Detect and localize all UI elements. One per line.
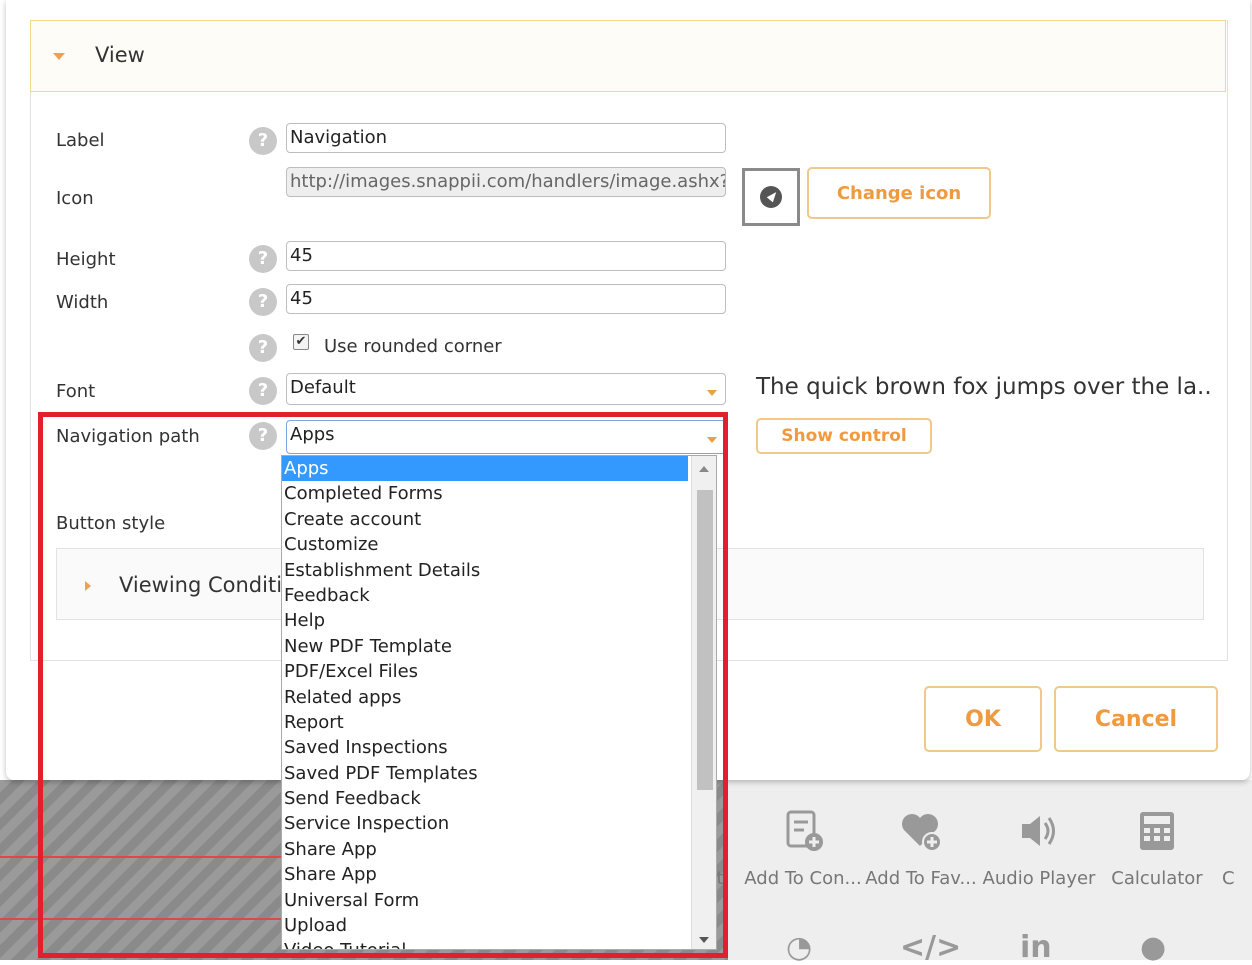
dropdown-scrollbar[interactable] [691, 456, 716, 949]
icon-url-input: http://images.snappii.com/handlers/image… [286, 167, 726, 197]
app-tile[interactable]: C [1222, 800, 1252, 889]
dropdown-option[interactable]: Service Inspection [282, 811, 688, 836]
app-tile-label: Add To Con... [744, 868, 862, 889]
dropdown-option[interactable]: Saved PDF Templates [282, 761, 688, 786]
label-input[interactable]: Navigation [286, 123, 726, 153]
app-tile-label: Audio Player [982, 868, 1096, 889]
rounded-corner-checkbox[interactable]: ✔ [293, 334, 309, 350]
height-input[interactable]: 45 [286, 241, 726, 271]
dropdown-option[interactable]: Apps [282, 456, 688, 482]
canvas-guide-line [0, 856, 290, 858]
app-tile-audio-player[interactable]: Audio Player [980, 800, 1098, 889]
app-tile-label: Calculator [1111, 868, 1203, 889]
help-icon[interactable]: ? [249, 334, 277, 362]
app-tile-calculator[interactable]: Calculator [1098, 800, 1216, 889]
dropdown-option[interactable]: Establishment Details [282, 558, 688, 583]
dropdown-option[interactable]: Feedback [282, 583, 688, 608]
ok-button[interactable]: OK [924, 686, 1042, 752]
dropdown-option[interactable]: New PDF Template [282, 634, 688, 659]
dropdown-option[interactable]: Related apps [282, 685, 688, 710]
font-select-value: Default [290, 377, 356, 398]
dropdown-option[interactable]: Report [282, 710, 688, 735]
dropdown-option[interactable]: Video Tutorial [282, 938, 688, 949]
change-icon-button[interactable]: Change icon [807, 167, 991, 219]
navigation-path-label: Navigation path [56, 426, 200, 447]
help-icon[interactable]: ? [249, 288, 277, 316]
width-field-label: Width [56, 292, 109, 313]
font-preview-text: The quick brown fox jumps over the la.. [756, 374, 1212, 400]
app-tile-add-to-favorites[interactable]: Add To Fav... [862, 800, 980, 889]
cancel-button[interactable]: Cancel [1054, 686, 1218, 752]
dropdown-option[interactable]: Completed Forms [282, 481, 688, 506]
label-field-label: Label [56, 130, 105, 151]
help-icon[interactable]: ? [249, 422, 277, 450]
help-icon[interactable]: ? [249, 127, 277, 155]
add-to-favorites-icon [902, 814, 942, 852]
dropdown-option[interactable]: PDF/Excel Files [282, 659, 688, 684]
dropdown-option[interactable]: Saved Inspections [282, 735, 688, 760]
expand-caret-icon [85, 581, 91, 591]
help-icon[interactable]: ? [249, 377, 277, 405]
height-field-label: Height [56, 249, 116, 270]
scroll-up-arrow-icon[interactable] [699, 466, 709, 472]
calculator-icon [1140, 812, 1174, 850]
button-style-label: Button style [56, 513, 166, 534]
navigation-path-dropdown-list[interactable]: Apps Completed Forms Create account Customi… [281, 455, 717, 950]
dropdown-option[interactable]: Share App [282, 862, 688, 887]
chevron-down-icon [707, 390, 717, 396]
navigation-path-value: Apps [290, 424, 335, 445]
speaker-icon [1022, 816, 1055, 846]
dropdown-option[interactable]: Share App [282, 837, 688, 862]
navigation-arrow-icon [760, 186, 782, 208]
chevron-down-icon [707, 437, 717, 443]
scrollbar-thumb[interactable] [697, 490, 713, 790]
scroll-down-arrow-icon[interactable] [699, 937, 709, 943]
width-input[interactable]: 45 [286, 284, 726, 314]
icon-field-label: Icon [56, 188, 94, 209]
icon-preview [742, 168, 800, 226]
rounded-corner-label: Use rounded corner [324, 336, 502, 357]
font-field-label: Font [56, 381, 96, 402]
dropdown-option[interactable]: Send Feedback [282, 786, 688, 811]
navigation-path-select[interactable]: Apps [286, 420, 726, 454]
app-tile-label: Add To Fav... [865, 868, 977, 889]
dropdown-option[interactable]: Create account [282, 507, 688, 532]
view-section-header[interactable]: View [30, 20, 1226, 92]
dropdown-options: Apps Completed Forms Create account Customi… [282, 456, 688, 949]
dropdown-option[interactable]: Upload [282, 913, 688, 938]
dropdown-option[interactable]: Universal Form [282, 888, 688, 913]
view-section-title: View [95, 43, 145, 67]
dropdown-option[interactable]: Help [282, 608, 688, 633]
show-control-button[interactable]: Show control [756, 418, 932, 454]
font-select[interactable]: Default [286, 373, 726, 405]
app-tile-add-to-contacts[interactable]: Add To Con... [744, 800, 862, 889]
add-to-contacts-icon [786, 810, 823, 851]
canvas-guide-line [0, 918, 290, 920]
app-tile-label: C [1222, 868, 1235, 889]
help-icon[interactable]: ? [249, 245, 277, 273]
dropdown-option[interactable]: Customize [282, 532, 688, 557]
collapse-caret-icon [53, 53, 65, 60]
